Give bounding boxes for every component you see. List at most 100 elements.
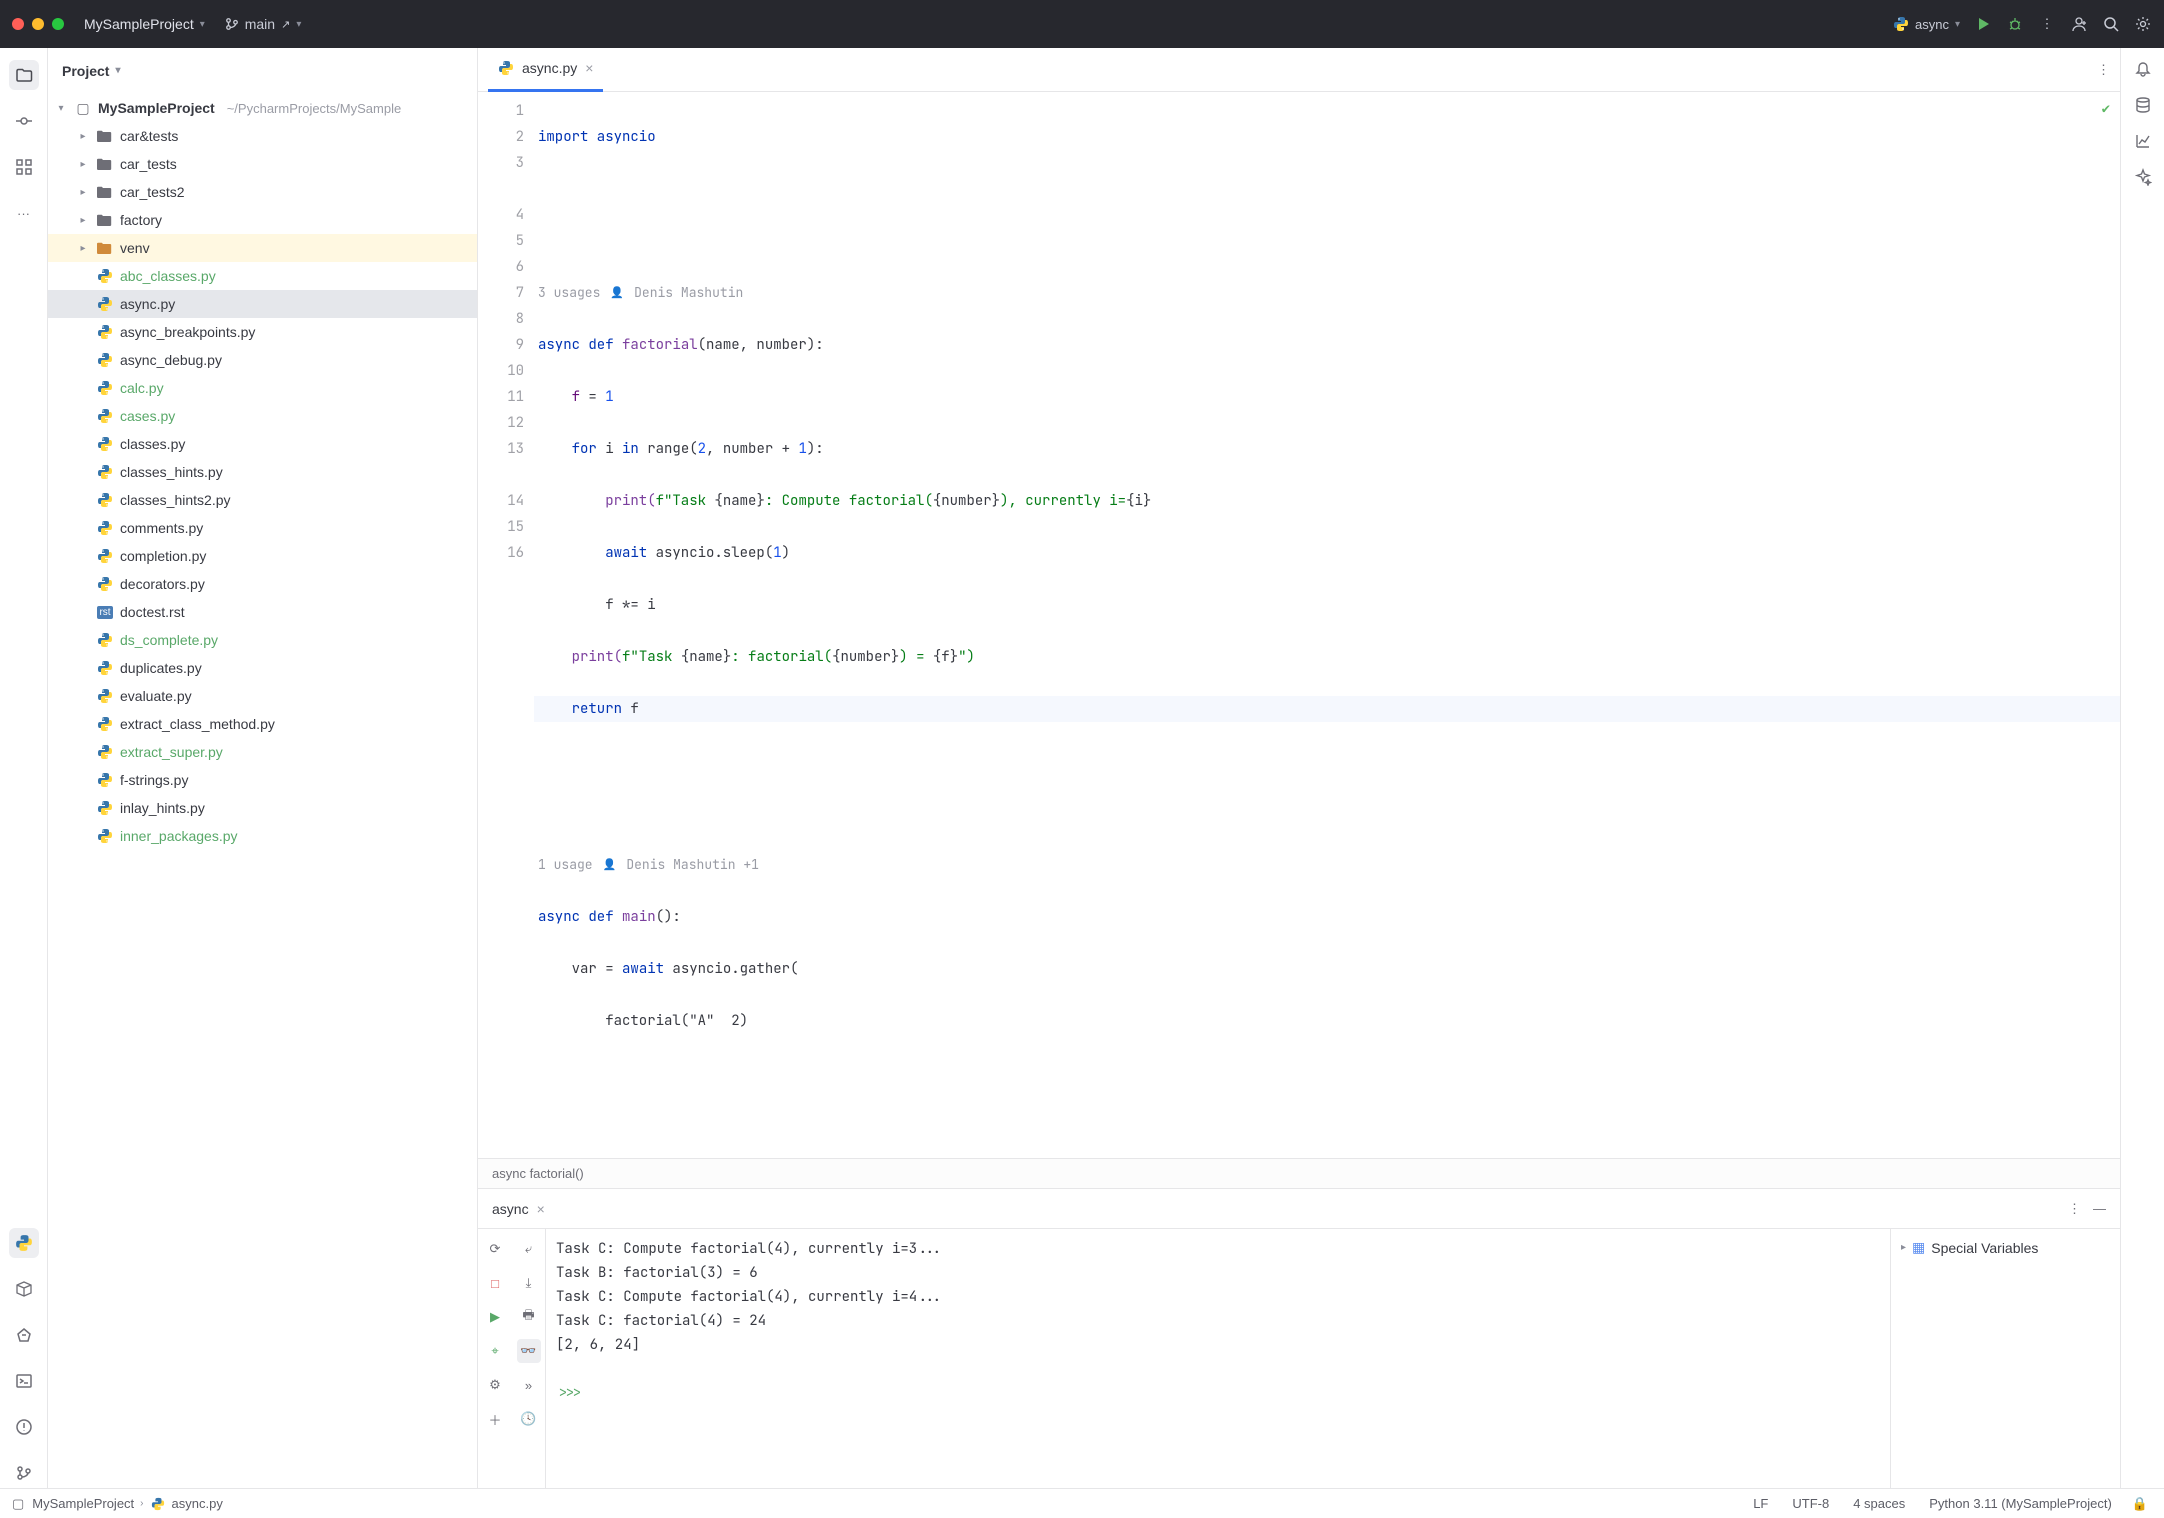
tree-file[interactable]: async_debug.py xyxy=(48,346,477,374)
tree-file[interactable]: inlay_hints.py xyxy=(48,794,477,822)
settings-icon[interactable] xyxy=(2134,15,2152,33)
inlay-hint[interactable]: 3 usages👤Denis Mashutin xyxy=(534,280,2120,306)
history-button[interactable]: 🕓 xyxy=(517,1407,541,1431)
editor-tab[interactable]: async.py × xyxy=(488,48,603,92)
run-button[interactable]: ▶ xyxy=(483,1305,507,1329)
tree-file[interactable]: duplicates.py xyxy=(48,654,477,682)
tree-file[interactable]: async_breakpoints.py xyxy=(48,318,477,346)
problems-tool-button[interactable] xyxy=(9,1412,39,1442)
tree-file[interactable]: cases.py xyxy=(48,402,477,430)
soft-wrap-button[interactable]: ⤶ xyxy=(517,1237,541,1261)
code-text: f xyxy=(941,648,949,666)
tree-folder[interactable]: ▸car&tests xyxy=(48,122,477,150)
tree-item-label: evaluate.py xyxy=(120,688,192,704)
author-hint: Denis Mashutin xyxy=(634,280,743,306)
tree-file[interactable]: inner_packages.py xyxy=(48,822,477,850)
tree-item-label: extract_super.py xyxy=(120,744,223,760)
more-actions-button[interactable]: ⋮ xyxy=(2038,15,2056,33)
ai-assistant-button[interactable] xyxy=(2134,168,2152,186)
add-button[interactable]: ＋ xyxy=(483,1407,507,1431)
maximize-window-button[interactable] xyxy=(52,18,64,30)
notifications-button[interactable] xyxy=(2134,60,2152,78)
commit-tool-button[interactable] xyxy=(9,106,39,136)
run-config-name: async xyxy=(1915,17,1949,32)
search-icon[interactable] xyxy=(2102,15,2120,33)
tree-root[interactable]: ▾ ▢ MySampleProject ~/PycharmProjects/My… xyxy=(48,94,477,122)
tree-file[interactable]: async.py xyxy=(48,290,477,318)
tree-folder[interactable]: ▸factory xyxy=(48,206,477,234)
structure-tool-button[interactable] xyxy=(9,152,39,182)
lock-icon[interactable]: 🔒 xyxy=(2128,1496,2152,1512)
sciview-tool-button[interactable] xyxy=(2134,132,2152,150)
code-text: factorial("A" 2) xyxy=(605,1012,748,1030)
tree-file[interactable]: calc.py xyxy=(48,374,477,402)
terminal-tool-button[interactable] xyxy=(9,1366,39,1396)
tree-file[interactable]: abc_classes.py xyxy=(48,262,477,290)
project-selector[interactable]: MySampleProject ▾ xyxy=(84,16,205,32)
tree-file[interactable]: rstdoctest.rst xyxy=(48,598,477,626)
python-icon xyxy=(96,268,114,284)
code-with-me-icon[interactable] xyxy=(2070,15,2088,33)
tree-item-label: classes_hints2.py xyxy=(120,492,231,508)
minimize-panel-button[interactable]: — xyxy=(2093,1201,2106,1217)
run-config-selector[interactable]: async ▾ xyxy=(1893,16,1960,32)
python-console-tool-button[interactable] xyxy=(9,1228,39,1258)
browse-history-button[interactable]: » xyxy=(517,1373,541,1397)
tree-file[interactable]: classes_hints2.py xyxy=(48,486,477,514)
left-toolbar: ··· xyxy=(0,48,48,1488)
code-content[interactable]: import asyncio 3 usages👤Denis Mashutin a… xyxy=(534,92,2120,1158)
tree-file[interactable]: decorators.py xyxy=(48,570,477,598)
rerun-button[interactable]: ⟳ xyxy=(483,1237,507,1261)
services-tool-button[interactable] xyxy=(9,1320,39,1350)
show-vars-button[interactable]: 👓 xyxy=(517,1339,541,1363)
tree-file[interactable]: extract_class_method.py xyxy=(48,710,477,738)
special-variables-node[interactable]: ▸ ▦ Special Variables xyxy=(1901,1239,2110,1256)
debug-button[interactable] xyxy=(2006,15,2024,33)
tree-file[interactable]: evaluate.py xyxy=(48,682,477,710)
folder-icon xyxy=(96,157,114,171)
minimize-window-button[interactable] xyxy=(32,18,44,30)
tree-file[interactable]: f-strings.py xyxy=(48,766,477,794)
project-panel-header[interactable]: Project ▾ xyxy=(48,48,477,94)
scroll-to-end-button[interactable]: ⤓ xyxy=(517,1271,541,1295)
more-tool-button[interactable]: ··· xyxy=(9,198,39,228)
database-tool-button[interactable] xyxy=(2134,96,2152,114)
console-output[interactable]: Task C: Compute factorial(4), currently … xyxy=(546,1229,1890,1488)
indent-widget[interactable]: 4 spaces xyxy=(1845,1496,1913,1511)
encoding-widget[interactable]: UTF-8 xyxy=(1784,1496,1837,1511)
tree-folder[interactable]: ▸car_tests xyxy=(48,150,477,178)
vcs-branch-widget[interactable]: main ↗ ▾ xyxy=(225,16,302,32)
code-text: i xyxy=(597,440,622,458)
variables-panel[interactable]: ▸ ▦ Special Variables xyxy=(1890,1229,2120,1488)
code-editor[interactable]: ✔ 123 45678910111213 141516 import async… xyxy=(478,92,2120,1158)
tree-file[interactable]: classes.py xyxy=(48,430,477,458)
debug-button[interactable]: ⌖ xyxy=(483,1339,507,1363)
settings-button[interactable]: ⚙ xyxy=(483,1373,507,1397)
tree-folder[interactable]: ▸car_tests2 xyxy=(48,178,477,206)
stop-button[interactable]: □ xyxy=(483,1271,507,1295)
inlay-hint[interactable]: 1 usage👤Denis Mashutin +1 xyxy=(534,852,2120,878)
code-text: ) = xyxy=(899,648,933,666)
tree-file[interactable]: ds_complete.py xyxy=(48,626,477,654)
close-tab-button[interactable]: × xyxy=(537,1201,545,1217)
interpreter-widget[interactable]: Python 3.11 (MySampleProject) xyxy=(1921,1496,2120,1511)
tree-file[interactable]: extract_super.py xyxy=(48,738,477,766)
tree-file[interactable]: comments.py xyxy=(48,514,477,542)
console-options-button[interactable]: ⋮ xyxy=(2068,1201,2081,1217)
close-tab-button[interactable]: × xyxy=(585,60,593,76)
console-tab[interactable]: async × xyxy=(492,1201,545,1217)
tree-folder-venv[interactable]: ▸ venv xyxy=(48,234,477,262)
tab-options-button[interactable]: ⋮ xyxy=(2097,62,2110,78)
tree-file[interactable]: completion.py xyxy=(48,542,477,570)
packages-tool-button[interactable] xyxy=(9,1274,39,1304)
tree-file[interactable]: classes_hints.py xyxy=(48,458,477,486)
vcs-tool-button[interactable] xyxy=(9,1458,39,1488)
close-window-button[interactable] xyxy=(12,18,24,30)
project-tool-button[interactable] xyxy=(9,60,39,90)
print-button[interactable]: 🖶 xyxy=(517,1305,541,1329)
breadcrumb-bar[interactable]: async factorial() xyxy=(478,1158,2120,1188)
line-separator-widget[interactable]: LF xyxy=(1745,1496,1776,1511)
navbar-breadcrumb[interactable]: MySampleProject › async.py xyxy=(32,1496,223,1512)
console-prompt-line[interactable]: >>> xyxy=(556,1381,1880,1405)
run-button[interactable] xyxy=(1974,15,1992,33)
